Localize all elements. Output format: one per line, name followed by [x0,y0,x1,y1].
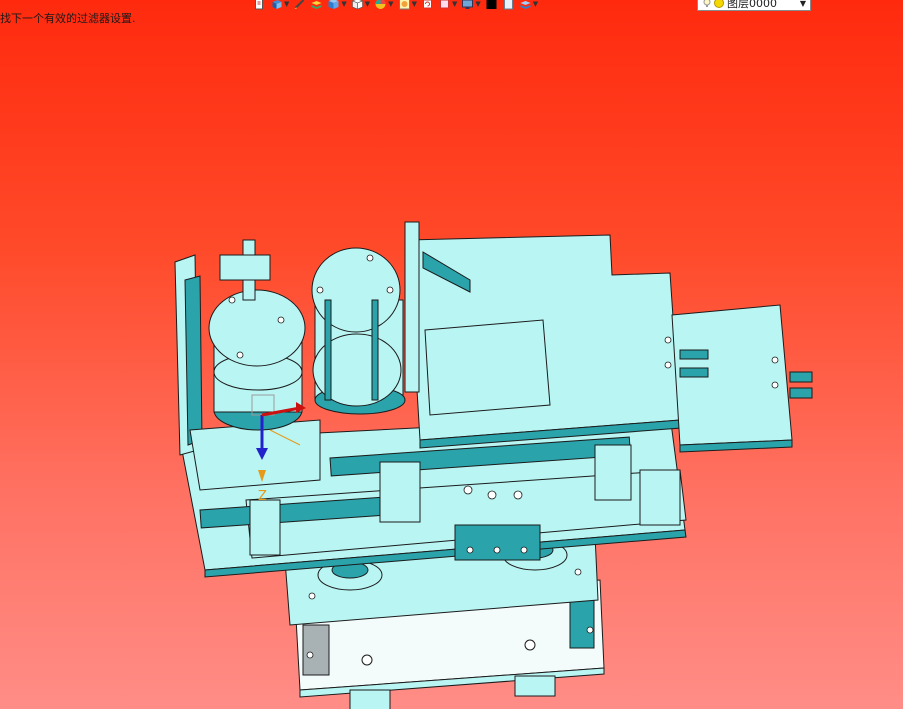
access-panel [424,319,551,416]
layer-manager-button[interactable]: ▼ [518,0,539,11]
bearing-block-4 [639,469,681,526]
pencil-icon [294,0,305,9]
layer-select[interactable]: 图层0000 ▼ [697,0,811,11]
wireframe-mode-button[interactable]: ▼ [350,0,371,11]
black-color-swatch-icon [486,0,497,9]
render-button[interactable]: ▼ [397,0,418,11]
fitting-mid [679,349,709,360]
frame-button[interactable]: ▼ [437,0,458,11]
line-color-button[interactable] [484,0,499,11]
layer-stack-icon [311,1,322,9]
new-sketch-icon [255,0,263,10]
fitting-right [789,371,813,383]
left-round-plate-base [189,419,321,491]
bearing-block-1 [379,461,421,523]
bearing-block-3 [249,499,281,556]
left-drum-top [208,289,306,367]
lightbulb-icon [703,0,711,7]
render-icon [398,0,410,10]
fitting-right-2 [789,387,813,399]
sheet-button[interactable] [501,0,516,11]
refresh-icon [422,0,432,9]
foot-block-right [514,675,556,697]
center-clamp-block [454,524,541,561]
bearing-block-2 [594,444,632,501]
frame-icon [439,0,449,9]
wire-cube-icon [351,0,364,10]
foot-block-left [349,689,391,709]
view-orient-button[interactable]: ▼ [269,0,290,11]
color-button[interactable]: ▼ [373,0,394,11]
refresh-button[interactable] [420,0,435,11]
fitting-mid-2 [679,367,709,378]
sketch-pencil-button[interactable] [292,0,307,11]
support-column-right [569,597,595,649]
blue-layers-icon [520,1,531,9]
display-button[interactable]: ▼ [460,0,481,11]
triad-z-label: Z [258,489,267,504]
view-orient-icon [272,0,282,9]
monitor-icon [462,0,474,9]
layer-select-value: 图层0000 [727,0,777,10]
vertical-bracket [404,221,420,393]
cad-assembly-model[interactable]: Z [0,0,903,709]
view-toolbar: ▼ ▼ ▼ ▼ ▼ ▼ ▼ ▼ [252,0,539,12]
status-message: 找下一个有效的过滤器设置. [0,12,136,25]
shaded-cube-icon [328,0,339,9]
layers-button[interactable] [309,0,324,11]
white-sheet-icon [503,0,513,10]
chevron-down-icon[interactable]: ▼ [796,0,810,8]
graphics-viewport[interactable]: Z 找下一个有效的过滤器设置. ▼ ▼ ▼ ▼ ▼ ▼ ▼ ▼ 图层0000 ▼ [0,0,903,709]
color-wheel-icon [375,0,386,9]
shaded-mode-button[interactable]: ▼ [326,0,347,11]
new-sketch-button[interactable] [252,0,267,11]
visibility-sun-icon [714,0,724,8]
support-column-left [302,624,330,676]
